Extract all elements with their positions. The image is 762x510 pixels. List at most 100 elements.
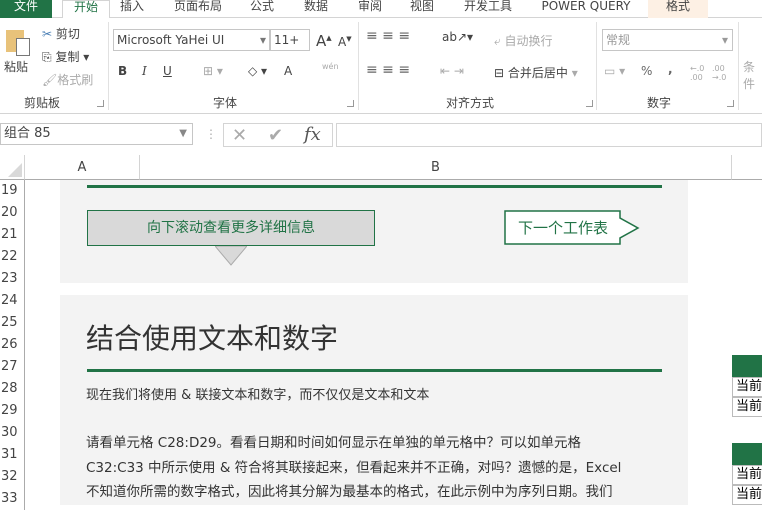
copy-icon: ⎘ bbox=[42, 50, 52, 64]
indent-icon[interactable]: ⇤ ⇥ bbox=[440, 64, 464, 78]
table-cell[interactable]: 当前 bbox=[732, 377, 762, 397]
row-header[interactable]: 30 bbox=[0, 422, 25, 444]
tab-power-query[interactable]: POWER QUERY bbox=[534, 0, 638, 18]
italic-button[interactable]: I bbox=[142, 64, 147, 78]
increase-decimal-button[interactable]: ←.0 .00 bbox=[690, 64, 708, 82]
brush-icon: 🖌 bbox=[42, 73, 58, 87]
spreadsheet-grid: A B 19 20 21 22 23 24 25 26 27 28 29 30 31 32 33 向下滚动查… bbox=[0, 155, 762, 510]
insert-function-button[interactable]: fx bbox=[304, 124, 321, 145]
copy-button[interactable]: ⎘ 复制 ▾ bbox=[42, 48, 89, 65]
table-cell[interactable]: 当前 bbox=[732, 465, 762, 485]
tab-view[interactable]: 视图 bbox=[404, 0, 440, 18]
tab-home[interactable]: 开始 bbox=[62, 0, 110, 19]
body-line: C32:C33 中所示使用 & 符合将其联接起来，但看起来并不正确，对吗？遗憾的… bbox=[86, 459, 622, 476]
dialog-launcher-icon[interactable] bbox=[97, 100, 104, 107]
tab-page-layout[interactable]: 页面布局 bbox=[168, 0, 228, 18]
row-header[interactable]: 24 bbox=[0, 290, 25, 312]
underline-button[interactable]: U bbox=[163, 64, 172, 78]
tab-review[interactable]: 审阅 bbox=[352, 0, 388, 18]
row-header[interactable]: 20 bbox=[0, 202, 25, 224]
example-table-1: 当前 当前 bbox=[732, 355, 762, 417]
alignment-group-label: 对齐方式 bbox=[446, 96, 495, 110]
ribbon: 粘贴 ✂ 剪切 ⎘ 复制 ▾ 🖌格式刷 剪贴板 Microsoft YaHei … bbox=[0, 18, 762, 114]
row-header[interactable]: 32 bbox=[0, 466, 25, 488]
formula-input[interactable] bbox=[336, 123, 762, 147]
comma-button[interactable]: , bbox=[668, 62, 673, 76]
content-panel: 结合使用文本和数字 现在我们将使用 & 联接文本和数字，而不仅仅是文本和文本 请… bbox=[60, 295, 688, 505]
number-format-select[interactable]: 常规 ▾ bbox=[602, 29, 733, 51]
enter-icon[interactable]: ✔ bbox=[268, 125, 283, 146]
clipboard-group-label: 剪贴板 bbox=[24, 96, 61, 110]
align-top-icon[interactable]: ≡ ≡ ≡ bbox=[366, 28, 410, 44]
decrease-font-icon[interactable]: A▼ bbox=[338, 35, 352, 49]
wrap-text-button[interactable]: ⤶ 自动换行 bbox=[494, 32, 553, 49]
font-group-label: 字体 bbox=[213, 96, 238, 110]
fill-color-icon[interactable]: ◇ ▾ bbox=[248, 64, 267, 78]
row-header[interactable]: 25 bbox=[0, 312, 25, 334]
dialog-launcher-icon[interactable] bbox=[586, 100, 593, 107]
table-cell[interactable]: 当前 bbox=[732, 397, 762, 417]
tab-file[interactable]: 文件 bbox=[0, 0, 52, 18]
row-header[interactable]: 31 bbox=[0, 444, 25, 466]
percent-button[interactable]: % bbox=[641, 64, 652, 78]
increase-font-icon[interactable]: A▲ bbox=[316, 32, 332, 50]
row-header[interactable]: 23 bbox=[0, 268, 25, 290]
down-arrow-icon bbox=[215, 246, 247, 266]
currency-icon[interactable]: ▭ ▾ bbox=[604, 64, 625, 78]
select-all-button[interactable] bbox=[0, 155, 25, 180]
divider bbox=[87, 185, 662, 188]
font-size-select[interactable]: 11+ bbox=[270, 29, 310, 51]
row-header[interactable]: 21 bbox=[0, 224, 25, 246]
table-header bbox=[732, 355, 762, 377]
section-title: 结合使用文本和数字 bbox=[86, 322, 339, 355]
font-name-select[interactable]: Microsoft YaHei UI ▾ bbox=[113, 29, 270, 51]
orientation-icon[interactable]: ab↗▾ bbox=[442, 30, 473, 44]
navigation-panel: 向下滚动查看更多详细信息 下一个工作表 bbox=[60, 180, 688, 283]
body-line: 不知道你所需的数字格式，因此将其分解为最基本的格式，在此示例中为序列日期。我们 bbox=[86, 484, 613, 500]
grip-icon: ⋮ bbox=[205, 127, 217, 141]
column-header-a[interactable]: A bbox=[25, 155, 140, 180]
table-header bbox=[732, 443, 762, 465]
row-header[interactable]: 22 bbox=[0, 246, 25, 268]
body-line: 请看单元格 C28:D29。看看日期和时间如何显示在单独的单元格中？可以如单元格 bbox=[86, 435, 582, 451]
align-left-icon[interactable]: ≡ ≡ ≡ bbox=[366, 62, 410, 78]
row-header[interactable]: 27 bbox=[0, 356, 25, 378]
tab-data[interactable]: 数据 bbox=[298, 0, 334, 18]
conditional-format-button[interactable]: 条件 bbox=[743, 58, 762, 92]
format-painter-button[interactable]: 🖌格式刷 bbox=[42, 71, 93, 88]
table-cell[interactable]: 当前 bbox=[732, 485, 762, 505]
border-icon[interactable]: ⊞ ▾ bbox=[203, 64, 223, 78]
column-header-b[interactable]: B bbox=[140, 155, 732, 180]
scroll-down-button[interactable]: 向下滚动查看更多详细信息 bbox=[87, 210, 375, 246]
column-header-c[interactable] bbox=[732, 155, 762, 180]
paste-button[interactable] bbox=[4, 26, 32, 56]
tab-formulas[interactable]: 公式 bbox=[244, 0, 280, 18]
name-box[interactable]: 组合 85 ▼ bbox=[0, 123, 193, 145]
next-sheet-button[interactable]: 下一个工作表 bbox=[506, 212, 620, 244]
font-color-button[interactable]: A bbox=[284, 64, 292, 78]
cancel-icon[interactable]: ✕ bbox=[232, 125, 247, 146]
tab-format[interactable]: 格式 bbox=[648, 0, 708, 18]
tab-developer[interactable]: 开发工具 bbox=[458, 0, 518, 18]
paste-label: 粘贴 bbox=[4, 60, 29, 74]
tab-insert[interactable]: 插入 bbox=[114, 0, 150, 18]
row-header[interactable]: 33 bbox=[0, 488, 25, 510]
row-header[interactable]: 26 bbox=[0, 334, 25, 356]
scissors-icon: ✂ bbox=[42, 27, 53, 41]
bold-button[interactable]: B bbox=[118, 64, 127, 78]
dialog-launcher-icon[interactable] bbox=[347, 100, 354, 107]
phonetic-button[interactable]: wén bbox=[322, 62, 339, 71]
row-header[interactable]: 19 bbox=[0, 180, 25, 202]
cut-button[interactable]: ✂ 剪切 bbox=[42, 25, 80, 42]
section-body: 请看单元格 C28:D29。看看日期和时间如何显示在单独的单元格中？可以如单元格… bbox=[86, 431, 621, 505]
dialog-launcher-icon[interactable] bbox=[727, 100, 734, 107]
decrease-decimal-button[interactable]: .00 →.0 bbox=[712, 64, 730, 82]
number-group-label: 数字 bbox=[647, 96, 672, 110]
ribbon-tabs: 文件 开始 插入 页面布局 公式 数据 审阅 视图 开发工具 POWER QUE… bbox=[0, 0, 762, 19]
example-table-2: 当前 当前 bbox=[732, 443, 762, 505]
divider bbox=[87, 369, 662, 372]
formula-bar: 组合 85 ▼ ⋮ ✕ ✔ fx bbox=[0, 122, 762, 148]
row-header[interactable]: 28 bbox=[0, 378, 25, 400]
row-header[interactable]: 29 bbox=[0, 400, 25, 422]
merge-center-button[interactable]: ⊟ 合并后居中 ▾ bbox=[494, 64, 578, 81]
